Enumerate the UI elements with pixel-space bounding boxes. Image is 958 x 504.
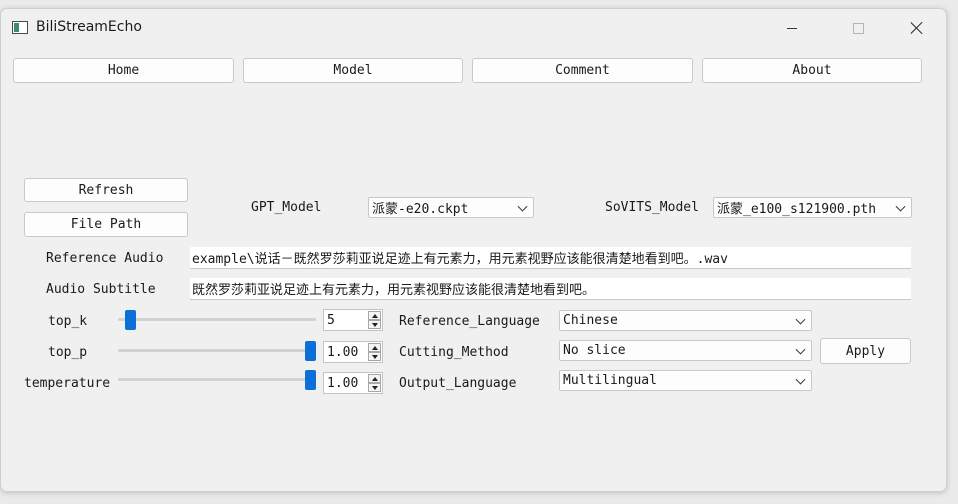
sovits-model-value: 派蒙_e100_s121900.pth	[717, 202, 877, 217]
spin-up-icon[interactable]	[368, 311, 381, 320]
gpt-model-value: 派蒙-e20.ckpt	[372, 202, 469, 217]
file-path-button[interactable]: File Path	[24, 212, 188, 237]
reference-audio-input[interactable]	[190, 247, 911, 269]
spin-up-icon[interactable]	[368, 343, 381, 352]
minimize-icon	[787, 27, 797, 29]
nav-home-button[interactable]: Home	[13, 58, 234, 83]
close-icon	[910, 21, 924, 35]
reference-audio-label: Reference Audio	[46, 251, 164, 266]
sovits-model-label: SoVITS_Model	[605, 200, 699, 215]
gpt-model-select[interactable]: 派蒙-e20.ckpt	[368, 197, 534, 218]
window-title: BiliStreamEcho	[36, 19, 142, 35]
spin-down-icon[interactable]	[368, 352, 381, 361]
slider-track	[118, 349, 316, 352]
spin-down-icon[interactable]	[368, 320, 381, 329]
chevron-down-icon	[795, 314, 806, 325]
slider-handle[interactable]	[305, 370, 316, 390]
spin-up-icon[interactable]	[368, 374, 381, 383]
top-p-label: top_p	[48, 345, 88, 360]
app-window: BiliStreamEcho Home Model Comment About …	[0, 8, 947, 492]
top-p-slider[interactable]	[118, 341, 316, 361]
nav-comment-button[interactable]: Comment	[472, 58, 693, 83]
audio-subtitle-input[interactable]	[190, 278, 911, 300]
maximize-button[interactable]	[835, 13, 881, 43]
reference-language-value: Chinese	[563, 313, 618, 328]
audio-subtitle-label: Audio Subtitle	[46, 282, 156, 297]
refresh-button[interactable]: Refresh	[24, 178, 188, 202]
slider-handle[interactable]	[305, 341, 316, 361]
minimize-button[interactable]	[769, 13, 815, 43]
slider-handle[interactable]	[125, 310, 136, 330]
temperature-spinbox[interactable]: 1.00	[323, 372, 383, 394]
top-k-value: 5	[327, 313, 335, 328]
app-icon	[12, 21, 28, 34]
sovits-model-select[interactable]: 派蒙_e100_s121900.pth	[713, 197, 912, 218]
output-language-select[interactable]: Multilingual	[559, 370, 812, 391]
title-bar[interactable]: BiliStreamEcho	[1, 9, 946, 47]
cutting-method-label: Cutting_Method	[399, 345, 509, 360]
output-language-label: Output_Language	[399, 376, 517, 391]
top-p-spinbox[interactable]: 1.00	[323, 341, 383, 363]
temperature-slider[interactable]	[118, 370, 316, 390]
temperature-value: 1.00	[327, 376, 359, 391]
chevron-down-icon	[517, 201, 528, 212]
top-k-slider[interactable]	[118, 310, 316, 330]
nav-about-button[interactable]: About	[702, 58, 922, 83]
maximize-icon	[852, 22, 864, 34]
nav-model-button[interactable]: Model	[243, 58, 463, 83]
reference-language-select[interactable]: Chinese	[559, 310, 812, 331]
spin-down-icon[interactable]	[368, 383, 381, 392]
slider-track	[118, 318, 316, 321]
close-button[interactable]	[894, 13, 940, 43]
chevron-down-icon	[795, 374, 806, 385]
chevron-down-icon	[795, 344, 806, 355]
apply-button[interactable]: Apply	[820, 338, 911, 364]
top-k-spinbox[interactable]: 5	[323, 309, 383, 331]
reference-language-label: Reference_Language	[399, 314, 540, 329]
chevron-down-icon	[895, 201, 906, 212]
top-k-label: top_k	[48, 314, 88, 329]
cutting-method-select[interactable]: No slice	[559, 340, 812, 361]
gpt-model-label: GPT_Model	[251, 200, 322, 215]
temperature-label: temperature	[24, 376, 111, 391]
slider-track	[118, 378, 316, 381]
cutting-method-value: No slice	[563, 343, 626, 358]
top-p-value: 1.00	[327, 345, 359, 360]
output-language-value: Multilingual	[563, 373, 657, 388]
